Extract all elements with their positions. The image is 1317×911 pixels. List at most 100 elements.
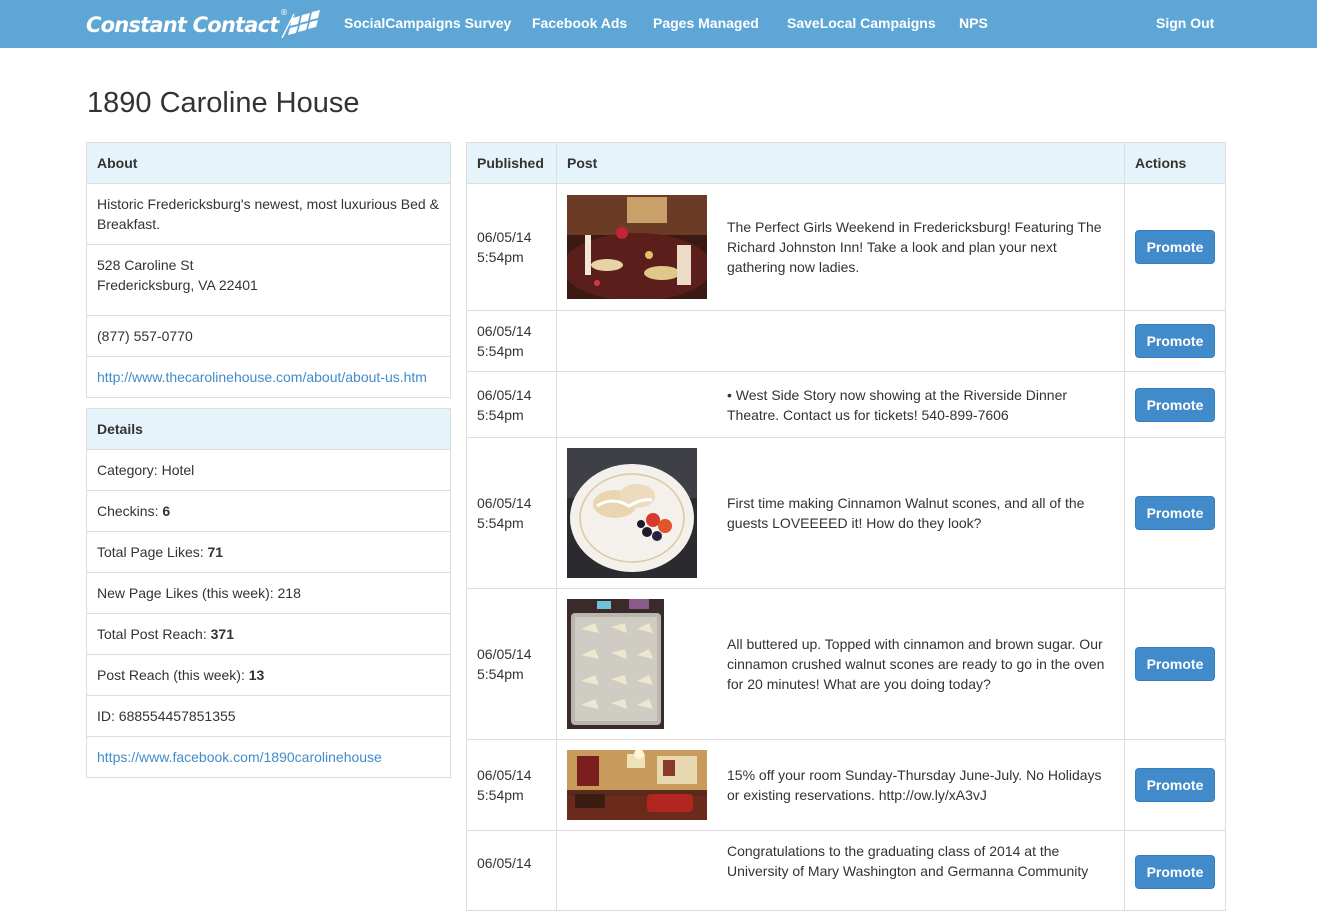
brand-name: Constant Contact — [86, 13, 279, 37]
table-row: 06/05/14 5:54pm • West Side Story now sho… — [467, 372, 1225, 438]
page-title: 1890 Caroline House — [87, 87, 360, 119]
scones-plate-photo[interactable] — [567, 448, 697, 578]
posts-table-header: Published Post Actions — [467, 143, 1225, 184]
actions-cell: Promote — [1125, 184, 1225, 310]
registered-mark: ® — [280, 8, 288, 17]
post-cell: All buttered up. Topped with cinnamon an… — [557, 589, 1125, 739]
dining-table-photo[interactable] — [567, 195, 707, 299]
promote-button[interactable]: Promote — [1135, 768, 1215, 802]
scones-baking-tray-photo[interactable] — [567, 599, 664, 729]
posts-table: Published Post Actions 06/05/14 5:54pm T… — [466, 142, 1226, 911]
post-cell: Congratulations to the graduating class … — [557, 831, 1125, 911]
detail-checkins: Checkins: 6 — [87, 491, 450, 532]
post-text: • West Side Story now showing at the Riv… — [727, 386, 1068, 423]
total-likes-value: 71 — [207, 544, 224, 560]
nav-pages-managed[interactable]: Pages Managed — [653, 15, 759, 31]
post-cell: The Perfect Girls Weekend in Fredericksb… — [557, 184, 1125, 310]
post-cell: 15% off your room Sunday-Thursday June-J… — [557, 740, 1125, 830]
promote-button[interactable]: Promote — [1135, 647, 1215, 681]
detail-total-page-likes: Total Page Likes: 71 — [87, 532, 450, 573]
detail-id: ID: 688554457851355 — [87, 696, 450, 737]
published-column-header: Published — [467, 143, 557, 183]
address-line-2: Fredericksburg, VA 22401 — [97, 277, 258, 293]
post-column-header: Post — [557, 143, 1125, 183]
living-room-photo[interactable] — [567, 750, 707, 820]
post-time: 5:54pm — [477, 787, 524, 803]
post-date: 06/05/14 — [477, 386, 532, 403]
post-date: 06/05/14 — [477, 646, 532, 662]
published-cell: 06/05/14 5:54pm — [467, 311, 557, 371]
post-date: 06/05/14 — [477, 767, 532, 783]
actions-cell: Promote — [1125, 740, 1225, 830]
published-cell: 06/05/14 5:54pm — [467, 438, 557, 588]
promote-button[interactable]: Promote — [1135, 230, 1215, 264]
post-time: 5:54pm — [477, 515, 524, 531]
total-likes-label: Total Page Likes: — [97, 544, 204, 560]
post-date: 06/05/14 — [477, 323, 532, 339]
table-row: 06/05/14 5:54pm 15% off your room Sunday-… — [467, 740, 1225, 831]
post-text: Congratulations to the graduating class … — [727, 843, 1089, 879]
table-row: 06/05/14 5:54pm First time making Cinnam… — [467, 438, 1225, 589]
detail-week-post-reach: Post Reach (this week): 13 — [87, 655, 450, 696]
facebook-page-link[interactable]: https://www.facebook.com/1890carolinehou… — [97, 749, 382, 765]
post-time: 5:54pm — [477, 343, 524, 359]
post-date: 06/05/14 — [477, 229, 532, 245]
about-address: 528 Caroline St Fredericksburg, VA 22401 — [87, 245, 450, 316]
post-cell: First time making Cinnamon Walnut scones… — [557, 438, 1125, 588]
table-row: 06/05/14 5:54pm Promote — [467, 311, 1225, 372]
post-text: All buttered up. Topped with cinnamon an… — [727, 636, 1105, 692]
post-cell — [557, 311, 1125, 371]
nav-facebook-ads[interactable]: Facebook Ads — [532, 15, 627, 31]
flag-logo-icon: ® — [280, 8, 321, 38]
about-website-item: http://www.thecarolinehouse.com/about/ab… — [87, 357, 450, 397]
week-reach-label: Post Reach (this week): — [97, 667, 245, 683]
detail-facebook-item: https://www.facebook.com/1890carolinehou… — [87, 737, 450, 777]
sign-out-link[interactable]: Sign Out — [1156, 15, 1214, 31]
actions-cell: Promote — [1125, 311, 1225, 371]
post-time: 5:54pm — [477, 406, 524, 423]
promote-button[interactable]: Promote — [1135, 855, 1215, 889]
detail-new-page-likes: New Page Likes (this week): 218 — [87, 573, 450, 614]
published-cell: 06/05/14 — [467, 831, 557, 911]
about-description: Historic Fredericksburg's newest, most l… — [87, 184, 450, 245]
about-phone: (877) 557-0770 — [87, 316, 450, 357]
post-cell: • West Side Story now showing at the Riv… — [557, 372, 1125, 437]
post-time: 5:54pm — [477, 249, 524, 265]
post-date: 06/05/14 — [477, 495, 532, 511]
total-reach-label: Total Post Reach: — [97, 626, 207, 642]
table-row: 06/05/14 5:54pm All buttered up. Topped … — [467, 589, 1225, 740]
details-panel: Details Category: Hotel Checkins: 6 Tota… — [86, 408, 451, 778]
published-cell: 06/05/14 5:54pm — [467, 589, 557, 739]
actions-cell: Promote — [1125, 589, 1225, 739]
published-cell: 06/05/14 5:54pm — [467, 372, 557, 437]
promote-button[interactable]: Promote — [1135, 496, 1215, 530]
actions-cell: Promote — [1125, 831, 1225, 911]
nav-socialcampaigns-survey[interactable]: SocialCampaigns Survey — [344, 15, 511, 31]
about-heading: About — [87, 143, 450, 184]
brand-logo[interactable]: Constant Contact ® — [86, 8, 326, 41]
post-text: 15% off your room Sunday-Thursday June-J… — [727, 767, 1102, 803]
actions-cell: Promote — [1125, 372, 1225, 437]
actions-column-header: Actions — [1135, 155, 1187, 171]
post-date: 06/05/14 — [477, 855, 532, 871]
about-panel: About Historic Fredericksburg's newest, … — [86, 142, 451, 398]
post-time: 5:54pm — [477, 666, 524, 682]
checkins-label: Checkins: — [97, 503, 159, 519]
published-cell: 06/05/14 5:54pm — [467, 184, 557, 310]
detail-category: Category: Hotel — [87, 450, 450, 491]
website-link[interactable]: http://www.thecarolinehouse.com/about/ab… — [97, 369, 427, 385]
promote-button[interactable]: Promote — [1135, 324, 1215, 358]
post-text: First time making Cinnamon Walnut scones… — [727, 495, 1085, 531]
actions-cell: Promote — [1125, 438, 1225, 588]
top-navbar: Constant Contact ® SocialCampaigns Surve… — [0, 0, 1317, 48]
details-heading: Details — [87, 409, 450, 450]
week-reach-value: 13 — [248, 667, 265, 683]
promote-button[interactable]: Promote — [1135, 387, 1215, 422]
checkins-value: 6 — [162, 503, 171, 519]
published-cell: 06/05/14 5:54pm — [467, 740, 557, 830]
nav-nps[interactable]: NPS — [959, 15, 988, 31]
nav-savelocal-campaigns[interactable]: SaveLocal Campaigns — [787, 15, 936, 31]
post-text: The Perfect Girls Weekend in Fredericksb… — [727, 219, 1102, 275]
total-reach-value: 371 — [210, 626, 234, 642]
address-line-1: 528 Caroline St — [97, 257, 194, 273]
